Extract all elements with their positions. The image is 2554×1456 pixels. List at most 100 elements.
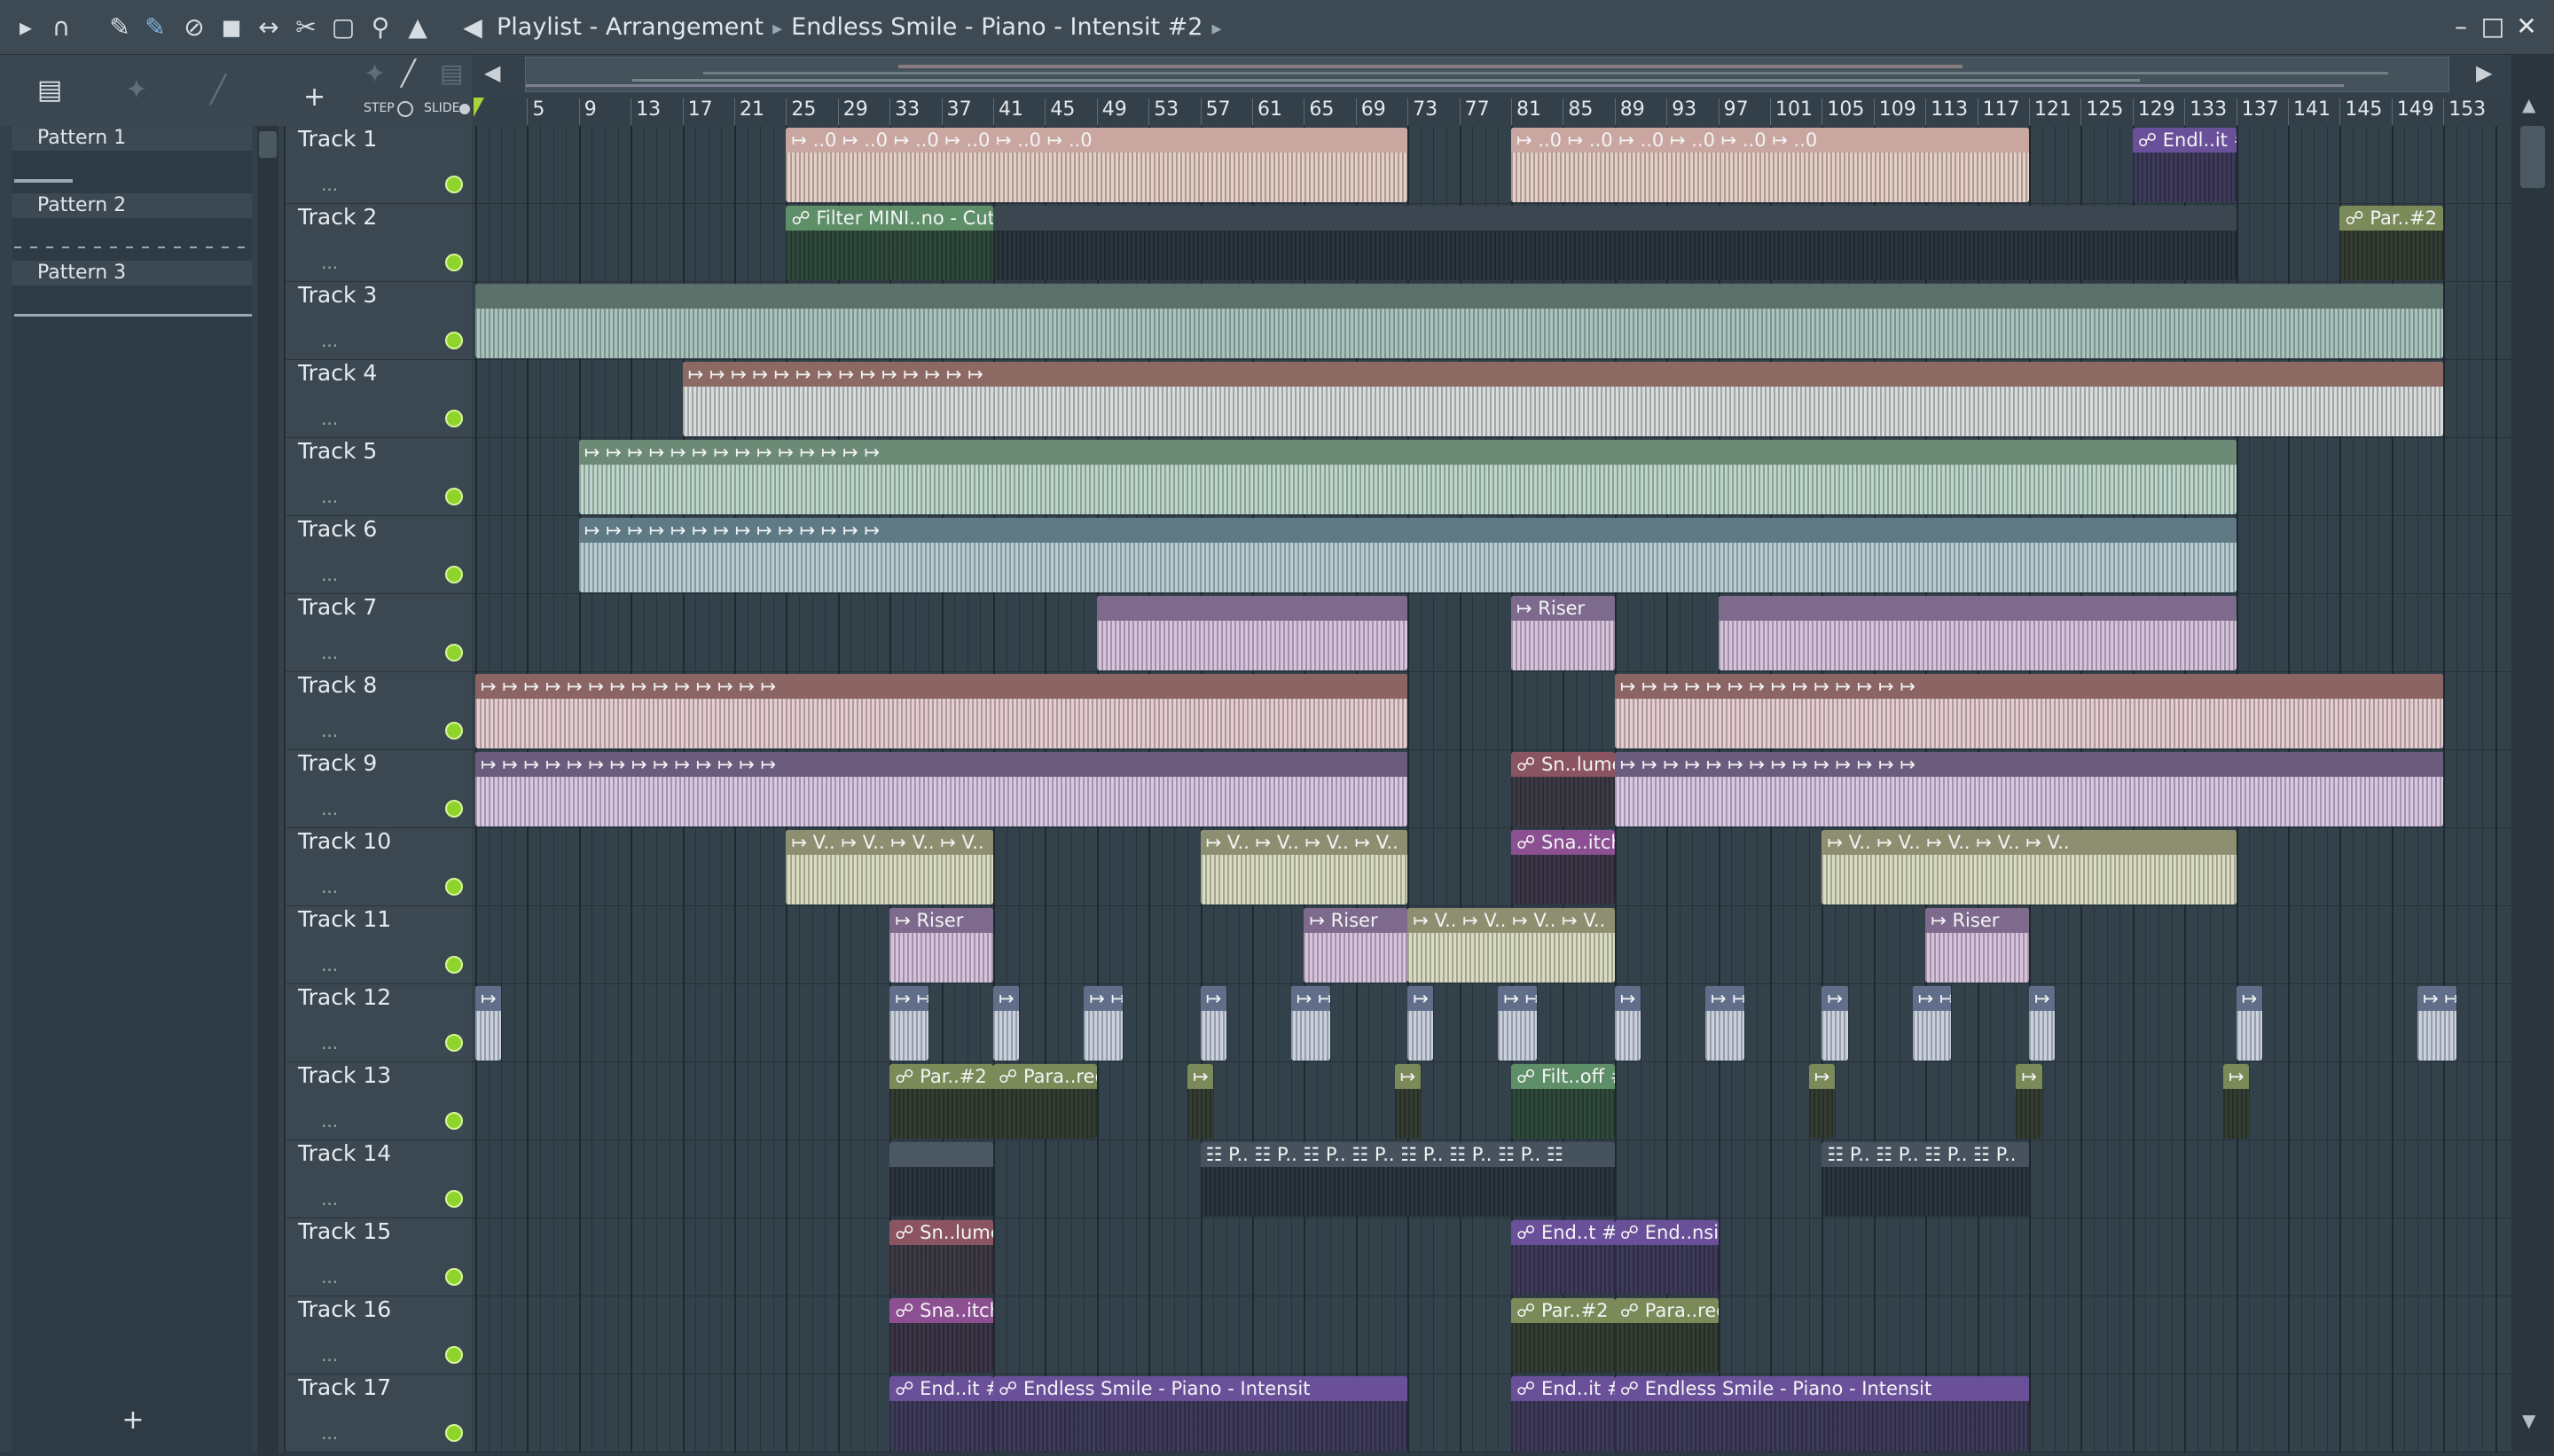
playlist-clip[interactable]: ☍ Endl..it #3 (2132, 128, 2237, 202)
playlist-clip[interactable]: ↦ (993, 986, 1020, 1061)
track-header[interactable]: Track 4... (286, 360, 472, 438)
track-header[interactable]: Track 7... (286, 594, 472, 672)
breadcrumb-item-pattern[interactable]: Endless Smile - Piano - Intensit #2 (791, 13, 1203, 41)
add-pattern-button[interactable]: + (115, 1403, 151, 1438)
pattern-item[interactable]: Pattern 1 (12, 126, 252, 193)
track-menu[interactable]: ... (321, 330, 338, 351)
playlist-clip[interactable]: ↦ V.. ↦ V.. ↦ V.. ↦ V.. (786, 830, 993, 904)
track-lane[interactable] (472, 1062, 2511, 1140)
playlist-clip[interactable] (993, 206, 2237, 280)
track-name[interactable]: Track 5 (298, 438, 377, 464)
track-name[interactable]: Track 12 (298, 984, 391, 1010)
track-menu[interactable]: ... (321, 876, 338, 897)
playlist-clip[interactable]: ☷ P.. ☷ P.. ☷ P.. ☷ P.. (1821, 1142, 2029, 1217)
track-name[interactable]: Track 14 (298, 1140, 391, 1166)
scroll-left-icon[interactable]: ◀ (484, 60, 500, 85)
bar-ruler[interactable]: 5 9 13 17 21 25 29 33 37 41 45 49 53 57 61 65 69 73 77 81 85… (472, 94, 2511, 126)
track-enable-led[interactable] (445, 488, 463, 505)
playlist-clip[interactable]: ↦ ↦ ↦ ↦ ↦ ↦ ↦ ↦ ↦ ↦ ↦ ↦ ↦ ↦ (578, 440, 2237, 514)
pattern-scrollbar[interactable] (257, 126, 278, 1456)
delete-icon[interactable]: ⊘ (177, 11, 211, 44)
playlist-clip[interactable]: ↦ ↦ ↦ ↦ ↦ ↦ ↦ ↦ ↦ ↦ ↦ ↦ ↦ ↦ (578, 518, 2237, 592)
playlist-clip[interactable]: ☍ Sna..itch (889, 1298, 993, 1373)
track-name[interactable]: Track 8 (298, 672, 377, 698)
playlist-clip[interactable]: ☍ Filt..off #2 (1511, 1064, 1615, 1139)
track-enable-led[interactable] (445, 956, 463, 974)
scroll-thumb[interactable] (259, 131, 277, 158)
playlist-clip[interactable]: ↦ ↦ (889, 986, 928, 1061)
close-button[interactable]: ✕ (2511, 9, 2542, 44)
magnet-icon[interactable]: ∩ (44, 11, 78, 44)
playlist-clip[interactable]: ☍ Sn..lume (889, 1220, 993, 1295)
track-header[interactable]: Track 16... (286, 1296, 472, 1374)
playlist-clip[interactable]: ↦ ↦ (1498, 986, 1538, 1061)
automation-icon[interactable]: ╱ (200, 73, 236, 108)
track-enable-led[interactable] (445, 1190, 463, 1208)
track-menu[interactable]: ... (321, 1344, 338, 1366)
track-header[interactable]: Track 10... (286, 828, 472, 906)
track-header[interactable]: Track 6... (286, 516, 472, 594)
track-enable-led[interactable] (445, 800, 463, 818)
track-enable-led[interactable] (445, 332, 463, 349)
maximize-button[interactable]: □ (2478, 9, 2508, 44)
audio-icon[interactable]: ✦ (119, 73, 154, 108)
playlist-clip[interactable]: ↦ ↦ ↦ ↦ ↦ ↦ ↦ ↦ ↦ ↦ ↦ ↦ ↦ ↦ (682, 362, 2444, 436)
track-enable-led[interactable] (445, 176, 463, 193)
slide-tool-icon[interactable]: ╱ (401, 59, 416, 88)
track-name[interactable]: Track 6 (298, 516, 377, 542)
playlist-clip[interactable]: ↦ ↦ (2417, 986, 2456, 1061)
pattern-item[interactable]: Pattern 2 (12, 193, 252, 261)
track-lane[interactable] (472, 1374, 2511, 1452)
slip-icon[interactable]: ↔ (252, 11, 286, 44)
track-header[interactable]: Track 1... (286, 126, 472, 204)
playlist-clip[interactable] (475, 284, 2444, 358)
track-enable-led[interactable] (445, 410, 463, 427)
track-name[interactable]: Track 9 (298, 750, 377, 776)
playlist-clip[interactable]: ↦ (2236, 986, 2262, 1061)
track-menu[interactable]: ... (321, 954, 338, 975)
track-menu[interactable]: ... (321, 564, 338, 585)
playlist-clip[interactable]: ☍ End..it #2 (889, 1376, 993, 1451)
track-menu[interactable]: ... (321, 798, 338, 819)
mute-icon[interactable]: ◼ (215, 11, 248, 44)
track-header[interactable]: Track 17... (286, 1374, 472, 1452)
scroll-thumb[interactable] (2520, 126, 2545, 188)
track-lane[interactable] (472, 1218, 2511, 1296)
playlist-clip[interactable]: ☍ Par..#2 (889, 1064, 993, 1139)
track-enable-led[interactable] (445, 1112, 463, 1130)
track-menu[interactable]: ... (321, 1188, 338, 1209)
playlist-clip[interactable]: ↦ Riser (1304, 908, 1408, 982)
playlist-clip[interactable]: ↦ (2223, 1064, 2250, 1139)
pattern-item[interactable]: Pattern 3 (12, 261, 252, 328)
slice-icon[interactable]: ✂ (289, 11, 323, 44)
speaker-output-icon[interactable]: ◀ (456, 11, 490, 44)
scroll-up-icon[interactable]: ▲ (2522, 94, 2535, 115)
track-enable-led[interactable] (445, 1034, 463, 1052)
track-header[interactable]: Track 11... (286, 906, 472, 984)
playlist-clip[interactable]: ☍ Par..#2 (2339, 206, 2444, 280)
playlist-clip[interactable]: ↦ ↦ (1705, 986, 1744, 1061)
keys-icon[interactable]: ▤ (440, 59, 463, 88)
playlist-clip[interactable]: ☍ Para..req (1614, 1298, 1719, 1373)
playlist-clip[interactable]: ↦ Riser (1511, 596, 1615, 670)
scroll-down-icon[interactable]: ▼ (2522, 1410, 2535, 1431)
track-menu[interactable]: ... (321, 1422, 338, 1444)
track-name[interactable]: Track 1 (298, 126, 377, 152)
track-menu[interactable]: ... (321, 252, 338, 273)
playlist-clip[interactable]: ☍ Filter MINI..no - Cutoff (786, 206, 993, 280)
playlist-clip[interactable]: ↦ (2029, 986, 2056, 1061)
playlist-clip[interactable]: ☍ Par..#2 (1511, 1298, 1615, 1373)
playlist-clip[interactable]: ↦ (475, 986, 502, 1061)
playlist-clip[interactable]: ↦ (1200, 986, 1226, 1061)
track-header[interactable]: Track 13... (286, 1062, 472, 1140)
zoom-icon[interactable]: ⚲ (364, 11, 397, 44)
paint-brush-icon[interactable]: ✎ (138, 11, 172, 44)
track-name[interactable]: Track 11 (298, 906, 391, 932)
track-menu[interactable]: ... (321, 642, 338, 663)
track-header[interactable]: Track 15... (286, 1218, 472, 1296)
track-name[interactable]: Track 13 (298, 1062, 391, 1088)
playlist-grid[interactable]: ↦ ..0 ↦ ..0 ↦ ..0 ↦ ..0 ↦ ..0 ↦ ..0 ↦ ..0… (472, 126, 2511, 1452)
playlist-clip[interactable]: ☍ Endless Smile - Piano - Intensit (993, 1376, 1408, 1451)
track-menu[interactable]: ... (321, 1110, 338, 1131)
playlist-clip[interactable]: ↦ ↦ ↦ ↦ ↦ ↦ ↦ ↦ ↦ ↦ ↦ ↦ ↦ ↦ (1614, 674, 2444, 748)
